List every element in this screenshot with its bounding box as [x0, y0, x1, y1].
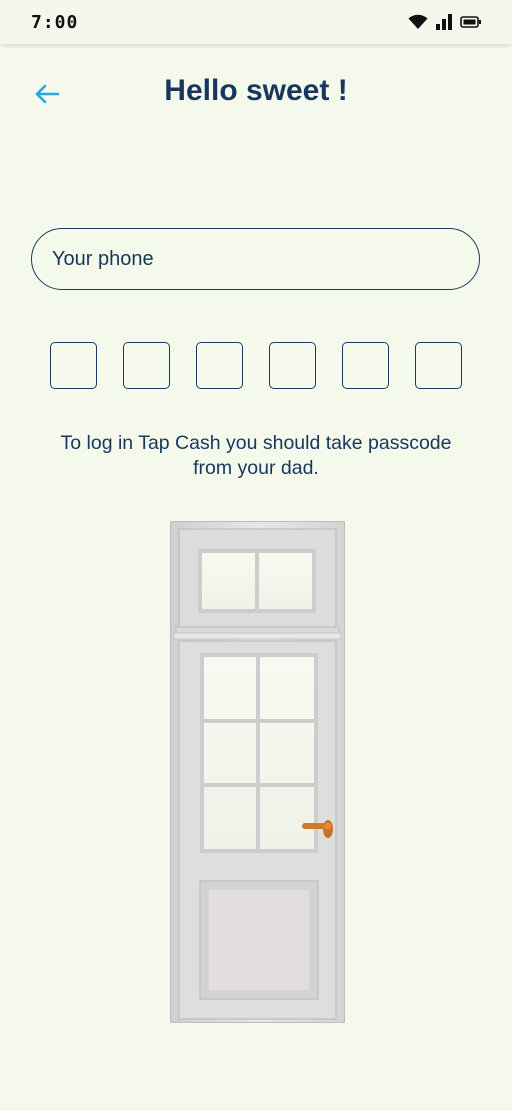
passcode-digit-2[interactable]	[123, 342, 170, 389]
status-bar: 7:00	[0, 0, 512, 44]
page-title: Hello sweet !	[164, 74, 348, 107]
status-icons	[408, 14, 482, 30]
wifi-icon	[408, 14, 428, 29]
signal-icon	[436, 14, 452, 30]
passcode-digit-1[interactable]	[50, 342, 97, 389]
info-text: To log in Tap Cash you should take passc…	[60, 432, 452, 479]
passcode-digit-4[interactable]	[269, 342, 316, 389]
passcode-digit-3[interactable]	[196, 342, 243, 389]
passcode-digit-6[interactable]	[415, 342, 462, 389]
status-time: 7:00	[31, 12, 79, 33]
door-illustration	[170, 521, 345, 1023]
passcode-digit-5[interactable]	[342, 342, 389, 389]
battery-icon	[460, 16, 481, 28]
phone-input[interactable]	[31, 228, 480, 290]
